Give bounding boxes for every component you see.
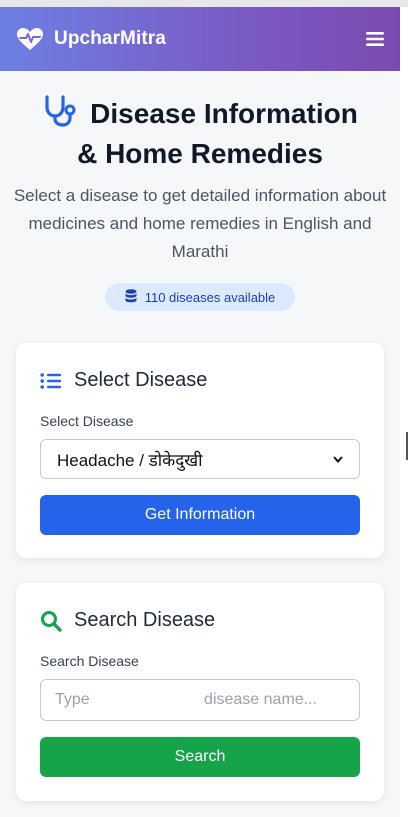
- page-title-line-1: Disease Information: [0, 95, 400, 136]
- database-icon: [125, 288, 137, 306]
- stethoscope-icon: [42, 95, 76, 136]
- brand[interactable]: UpcharMitra: [16, 27, 166, 51]
- search-placeholder-part-2: disease name...: [204, 691, 317, 708]
- search-card-title-text: Search Disease: [74, 609, 216, 631]
- scrollbar-gutter: [400, 7, 408, 817]
- page-title-line-2: & Home Remedies: [77, 138, 323, 169]
- badge-text: 110 diseases available: [144, 289, 276, 305]
- hamburger-menu-icon[interactable]: [366, 31, 384, 47]
- chevron-down-icon: [333, 452, 343, 466]
- navbar: UpcharMitra: [0, 7, 400, 71]
- select-disease-card: Select Disease Select Disease Headache /…: [16, 343, 384, 558]
- page-title-text-1: Disease Information: [90, 98, 358, 129]
- browser-top-strip: [0, 0, 408, 7]
- select-card-title: Select Disease: [40, 369, 207, 392]
- search-disease-label: Search Disease: [40, 653, 139, 669]
- search-button[interactable]: Search: [40, 737, 360, 777]
- search-icon: [40, 610, 62, 632]
- search-input[interactable]: Type disease name...: [40, 679, 360, 721]
- get-information-button[interactable]: Get Information: [40, 495, 360, 535]
- heart-pulse-icon: [16, 27, 44, 51]
- page-subtitle: Select a disease to get detailed informa…: [13, 186, 387, 261]
- search-disease-card: Search Disease Search Disease Type disea…: [16, 583, 384, 801]
- disease-select[interactable]: Headache / डोकेदुखी: [40, 439, 360, 479]
- disease-select-value: Headache / डोकेदुखी: [57, 450, 203, 470]
- brand-name: UpcharMitra: [54, 28, 166, 49]
- main-content: Disease Information & Home Remedies Sele…: [0, 71, 400, 817]
- search-card-title: Search Disease: [40, 609, 215, 632]
- diseases-count-badge: 110 diseases available: [105, 283, 295, 311]
- page-title: Disease Information & Home Remedies: [0, 95, 400, 172]
- select-disease-label: Select Disease: [40, 413, 134, 429]
- select-card-title-text: Select Disease: [74, 369, 208, 391]
- list-icon: [40, 372, 62, 390]
- search-placeholder-part-1: Type: [55, 691, 90, 708]
